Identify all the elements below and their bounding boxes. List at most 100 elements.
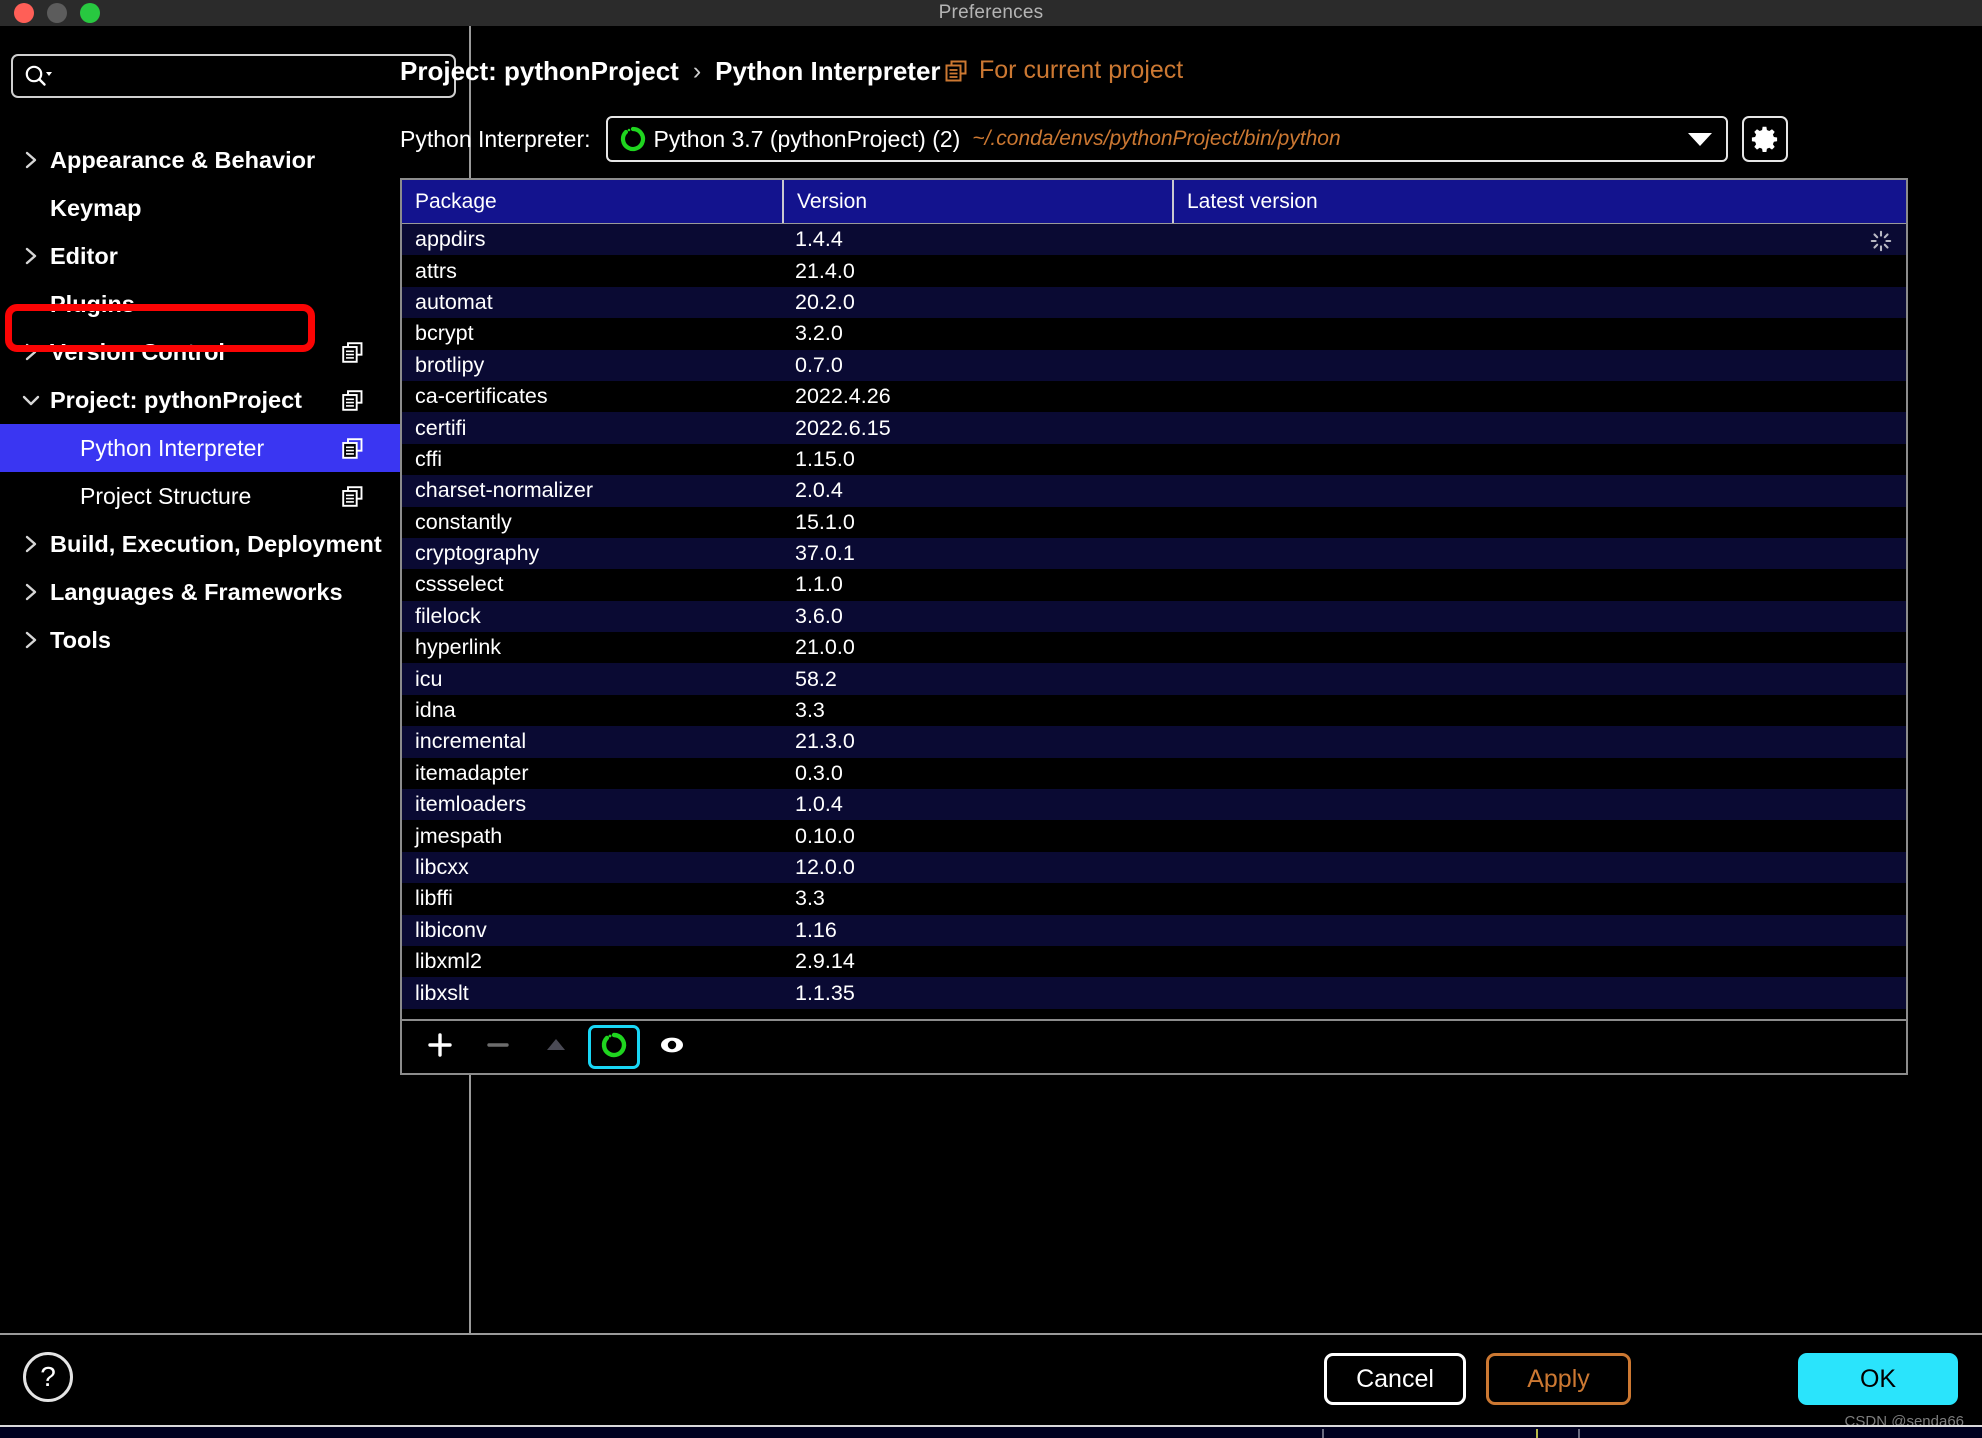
help-button[interactable]: ? [23, 1352, 73, 1402]
row-loading-spinner-icon [1870, 230, 1892, 252]
cell-package: libcxx [415, 855, 469, 879]
copy-icon[interactable] [342, 341, 363, 363]
cell-latest [1172, 601, 1906, 632]
table-row[interactable]: libxml2 2.9.14 [402, 945, 1906, 978]
cell-latest [1172, 663, 1906, 694]
cell-package: brotlipy [415, 352, 485, 377]
cell-package: hyperlink [415, 635, 502, 660]
table-row[interactable]: jmespath 0.10.0 [402, 820, 1906, 852]
search-input[interactable] [57, 65, 444, 87]
cell-latest [1172, 381, 1906, 412]
table-row[interactable]: filelock 3.6.0 [402, 600, 1906, 633]
table-row[interactable]: appdirs 1.4.4 [402, 224, 1906, 256]
table-row[interactable]: libxslt 1.1.35 [402, 977, 1906, 1009]
sidebar-item-label: Build, Execution, Deployment [50, 530, 382, 557]
cell-package: libxslt [415, 980, 469, 1005]
cell-package: libffi [415, 886, 453, 911]
loading-indicator[interactable] [588, 1025, 640, 1069]
table-row[interactable]: cffi 1.15.0 [402, 443, 1906, 476]
copy-icon[interactable] [342, 485, 363, 507]
copy-icon[interactable] [342, 437, 363, 459]
sidebar-item-label: Tools [50, 626, 111, 653]
ok-button[interactable]: OK [1798, 1353, 1958, 1405]
table-row[interactable]: libcxx 12.0.0 [402, 851, 1906, 884]
table-row[interactable]: constantly 15.1.0 [402, 506, 1906, 538]
cell-package: appdirs [415, 227, 486, 252]
chevron-right-icon[interactable] [20, 581, 42, 603]
interpreter-settings-button[interactable] [1741, 116, 1788, 162]
table-row[interactable]: itemadapter 0.3.0 [402, 757, 1906, 790]
sidebar-item-label: Python Interpreter [80, 434, 265, 461]
column-header-latest-version[interactable]: Latest version [1172, 180, 1906, 223]
table-row[interactable]: automat 20.2.0 [402, 286, 1906, 319]
cell-version: 0.7.0 [795, 352, 843, 377]
strip-marker [1536, 1429, 1538, 1438]
table-row[interactable]: libiconv 1.16 [402, 914, 1906, 946]
table-row[interactable]: cryptography 37.0.1 [402, 537, 1906, 570]
cancel-button[interactable]: Cancel [1324, 1353, 1466, 1405]
table-row[interactable]: charset-normalizer 2.0.4 [402, 475, 1906, 507]
table-row[interactable]: bcrypt 3.2.0 [402, 318, 1906, 350]
table-row[interactable]: hyperlink 21.0.0 [402, 632, 1906, 664]
table-row[interactable]: idna 3.3 [402, 694, 1906, 727]
table-row[interactable]: itemloaders 1.0.4 [402, 789, 1906, 821]
chevron-right-icon[interactable] [20, 629, 42, 651]
table-row[interactable]: libffi 3.3 [402, 883, 1906, 915]
copy-icon[interactable] [342, 389, 363, 411]
table-row[interactable]: attrs 21.4.0 [402, 255, 1906, 287]
window-titlebar: Preferences [0, 0, 1982, 26]
cell-version: 0.3.0 [795, 760, 843, 785]
cell-package: libxml2 [415, 949, 482, 974]
chevron-right-icon[interactable] [20, 341, 42, 363]
desktop-bottom-strip [0, 1425, 1982, 1438]
breadcrumb-parent[interactable]: Project: pythonProject [400, 56, 679, 87]
chevron-down-icon[interactable] [20, 389, 42, 411]
chevron-right-icon[interactable] [20, 149, 42, 171]
cell-package: automat [415, 289, 493, 314]
cell-latest [1172, 350, 1906, 381]
chevron-right-icon[interactable] [20, 245, 42, 267]
packages-table: Package Version Latest version appdirs 1… [400, 178, 1908, 1021]
table-row[interactable]: brotlipy 0.7.0 [402, 349, 1906, 381]
interpreter-label: Python Interpreter: [400, 125, 591, 152]
window-title: Preferences [938, 2, 1044, 23]
table-row[interactable]: certifi 2022.6.15 [402, 412, 1906, 444]
table-row[interactable]: icu 58.2 [402, 663, 1906, 695]
strip-marker [1322, 1429, 1324, 1438]
cell-version: 12.0.0 [795, 855, 855, 879]
cell-version: 2022.4.26 [795, 384, 891, 409]
cell-latest [1172, 820, 1906, 851]
column-header-package[interactable]: Package [402, 180, 782, 223]
table-row[interactable]: ca-certificates 2022.4.26 [402, 380, 1906, 413]
cell-latest [1172, 852, 1906, 883]
cell-latest [1172, 758, 1906, 789]
eye-icon [657, 1031, 687, 1064]
sidebar-item-label: Keymap [50, 194, 142, 221]
sidebar-item-label: Languages & Frameworks [50, 578, 343, 605]
cell-version: 37.0.1 [795, 541, 855, 566]
chevron-right-icon[interactable] [20, 533, 42, 555]
for-current-project-link[interactable]: For current project [945, 56, 1183, 85]
table-row[interactable]: cssselect 1.1.0 [402, 569, 1906, 601]
cell-latest [1172, 726, 1906, 757]
cell-package: ca-certificates [415, 384, 548, 409]
cell-latest [1172, 977, 1906, 1008]
breadcrumb-current: Python Interpreter [715, 56, 941, 86]
interpreter-dropdown[interactable]: Python 3.7 (pythonProject) (2) ~/.conda/… [605, 116, 1728, 162]
cell-latest [1172, 255, 1906, 286]
cell-latest [1172, 569, 1906, 600]
show-early-releases-button[interactable] [646, 1025, 698, 1069]
column-header-version[interactable]: Version [782, 180, 1172, 223]
cell-package: cssselect [415, 572, 504, 597]
cell-version: 58.2 [795, 666, 837, 691]
table-row[interactable]: incremental 21.3.0 [402, 726, 1906, 758]
apply-button[interactable]: Apply [1486, 1353, 1631, 1405]
chevron-down-icon[interactable] [1687, 132, 1712, 146]
add-package-button[interactable] [414, 1025, 466, 1069]
cell-package: charset-normalizer [415, 478, 594, 503]
interpreter-selected-name: Python 3.7 (pythonProject) (2) [653, 125, 961, 152]
search-box[interactable] [11, 54, 456, 98]
cell-latest [1172, 287, 1906, 318]
upgrade-package-button[interactable] [530, 1025, 582, 1069]
remove-package-button[interactable] [472, 1025, 524, 1069]
